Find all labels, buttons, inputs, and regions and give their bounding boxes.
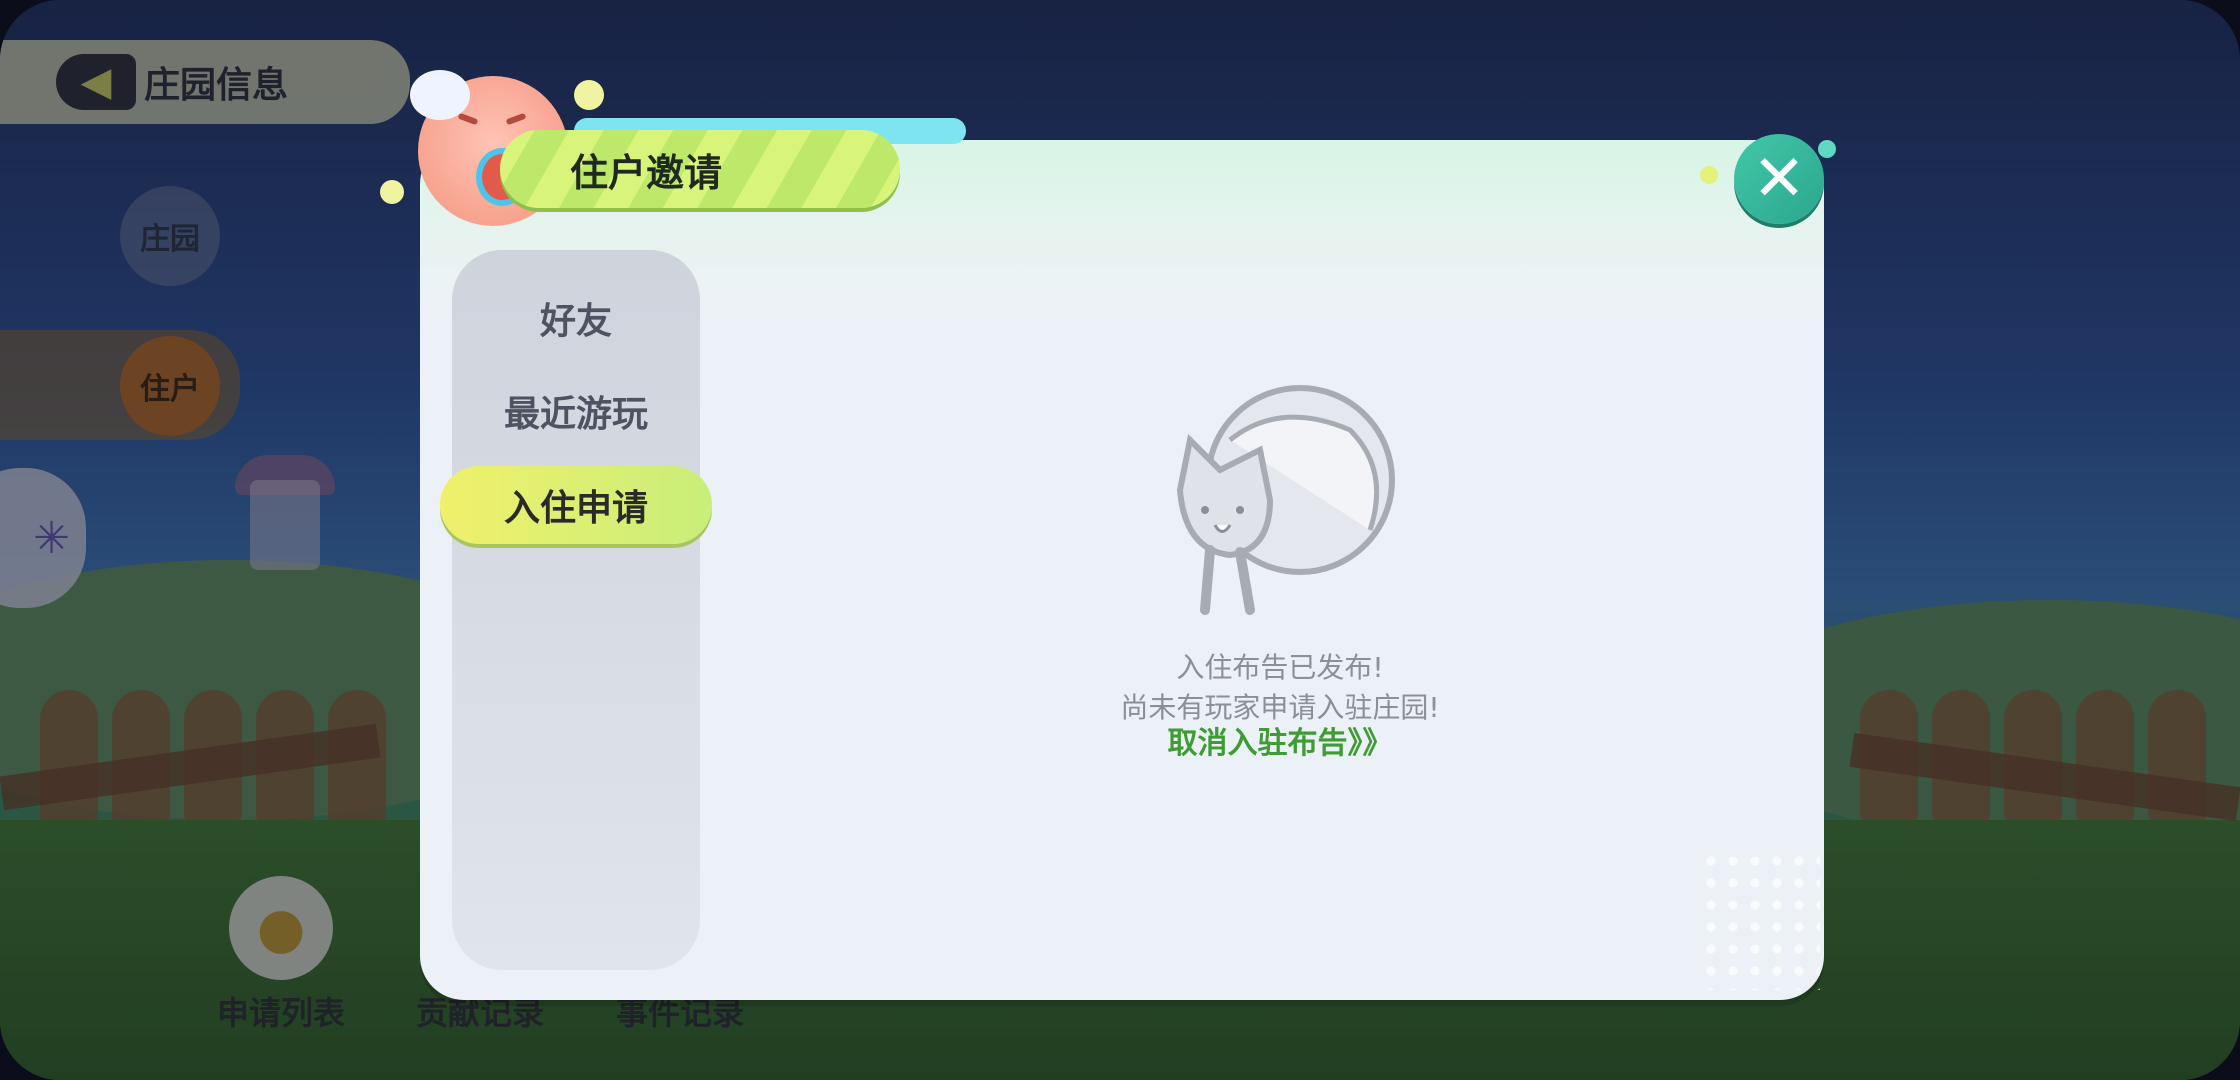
empty-cat-illustration-icon: [1176, 385, 1395, 615]
close-icon: ✕: [1752, 142, 1806, 216]
decor-bubble: [380, 180, 404, 204]
tab-list-panel: [452, 250, 700, 970]
tab-recent-played[interactable]: 最近游玩: [452, 376, 700, 446]
tab-recent-played-label: 最近游玩: [503, 394, 648, 435]
decor-bubble: [410, 70, 470, 120]
empty-state-line1: 入住布告已发布!: [1176, 651, 1384, 684]
game-screen: ◀ 庄园信息 庄园 住户 ✳ ● 申请列表 贡献记录 事件记录 住户邀请 ✕ 好…: [0, 0, 2240, 1080]
decor-bubble: [574, 80, 604, 110]
dialog-title: 住户邀请: [570, 150, 723, 195]
cancel-residence-notice-link[interactable]: 取消入驻布告》》: [1000, 718, 1560, 762]
tab-residence-applications-label: 入住申请: [503, 488, 648, 529]
dialog-title-tab: 住户邀请: [500, 130, 900, 208]
tab-residence-applications[interactable]: 入住申请: [440, 466, 712, 544]
tab-friends-label: 好友: [539, 301, 612, 342]
decor-dot: [1818, 140, 1836, 158]
decor-dots: [1700, 850, 1820, 990]
close-button[interactable]: ✕: [1734, 134, 1824, 224]
tab-friends[interactable]: 好友: [452, 283, 700, 353]
decor-dot: [1700, 166, 1718, 184]
